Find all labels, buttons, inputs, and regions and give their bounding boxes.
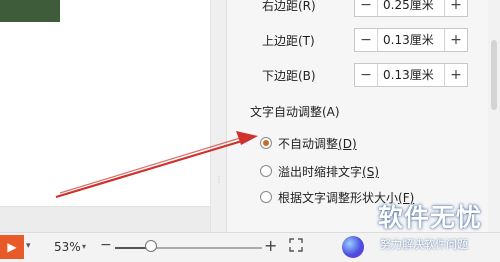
zoom-out-button[interactable]: −	[100, 237, 112, 253]
assistant-orb-icon[interactable]	[342, 236, 364, 258]
watermark-subtitle: 努力解决软件问题	[380, 238, 468, 251]
fit-window-icon[interactable]	[289, 238, 303, 252]
zoom-dropdown-icon[interactable]: ▾	[82, 242, 86, 251]
watermark: 软件无忧 努力解决软件问题	[370, 196, 500, 261]
chevron-down-icon[interactable]: ▾	[26, 241, 31, 251]
zoom-slider-handle[interactable]	[145, 240, 157, 252]
watermark-title: 软件无忧	[378, 203, 483, 232]
zoom-level[interactable]: 53%	[54, 240, 81, 254]
zoom-in-button[interactable]: +	[264, 236, 277, 255]
play-icon[interactable]: ▶	[0, 235, 24, 259]
